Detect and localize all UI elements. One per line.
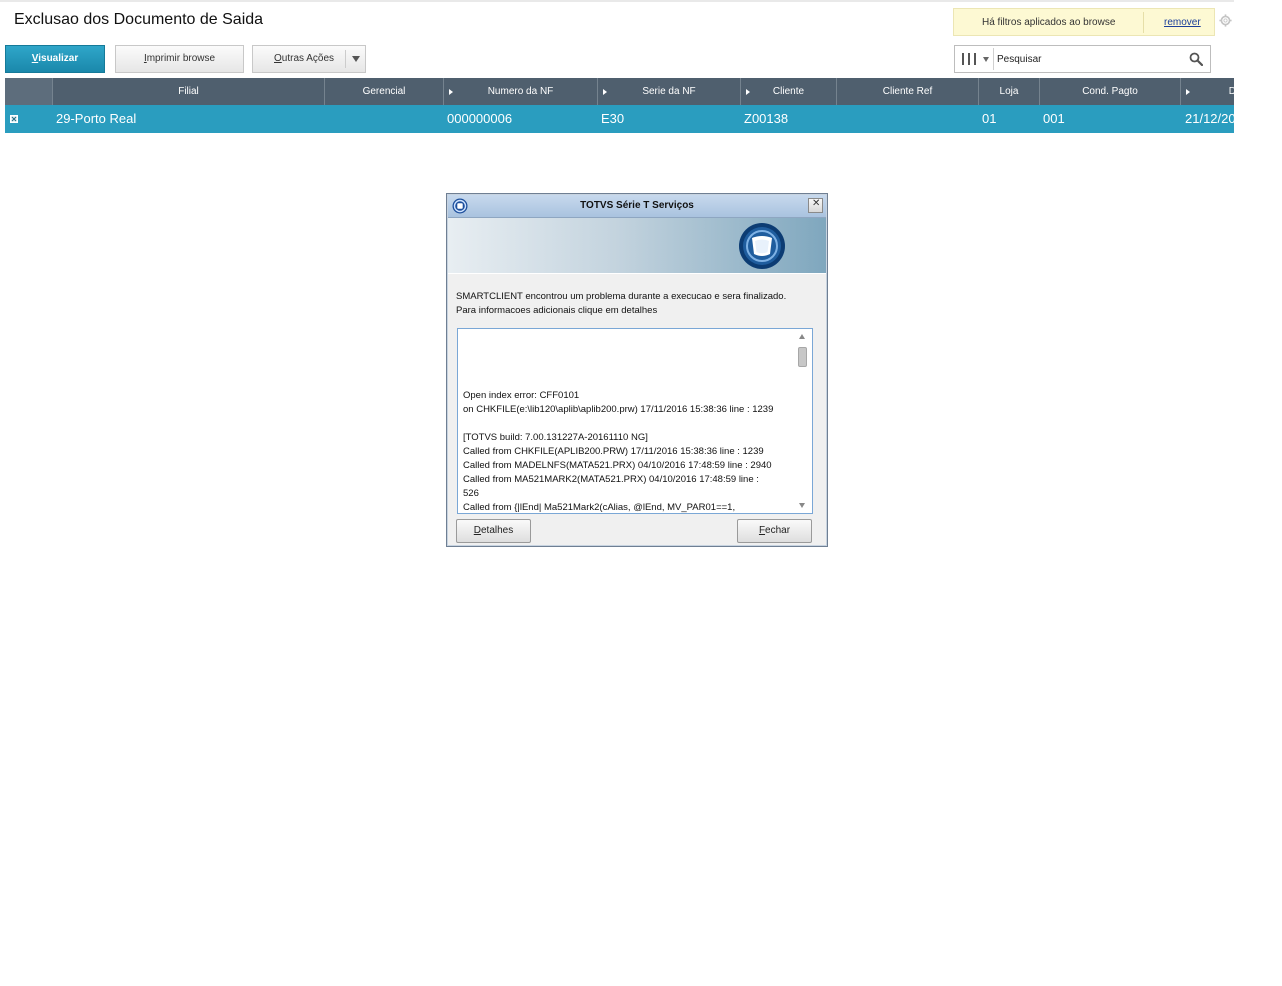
column-header-label: Cliente Ref [882, 86, 933, 97]
details-line: Called from CHKFILE(APLIB200.PRW) 17/11/… [463, 446, 764, 457]
details-line: Called from MA521MARK2(MATA521.PRX) 04/1… [463, 474, 759, 485]
column-header-label: Cond. Pagto [1082, 86, 1138, 97]
filter-notice: Há filtros aplicados ao browse remover [953, 8, 1215, 36]
banner-divider [448, 273, 826, 282]
dialog-titlebar[interactable]: TOTVS Série T Serviços ✕ [448, 195, 826, 218]
error-details-content: Open index error: CFF0101 on CHKFILE(e:\… [463, 389, 793, 513]
cell-cond-pagto: 001 [1043, 111, 1065, 126]
column-header-numero-nf[interactable]: Numero da NF [444, 78, 598, 105]
close-icon: ✕ [812, 198, 821, 209]
gear-icon[interactable] [1219, 14, 1232, 27]
column-header-label: Gerencial [362, 86, 406, 97]
column-header-filial[interactable]: Filial [53, 78, 325, 105]
totvs-logo-icon [739, 223, 785, 269]
remove-filter-link[interactable]: remover [1164, 17, 1201, 28]
outras-acoes-mnemonic: O [274, 53, 282, 64]
column-header-label: D [1228, 86, 1234, 97]
imprimir-browse-button[interactable]: Imprimir browse [115, 45, 244, 73]
cell-serie-nf: E30 [601, 111, 625, 126]
detalhes-label: etalhes [480, 525, 514, 536]
message-line: Para informacoes adicionais clique em de… [456, 305, 658, 316]
search-icon[interactable] [1189, 52, 1203, 66]
dialog-title: TOTVS Série T Serviços [580, 200, 694, 211]
column-header-label: Filial [178, 86, 199, 97]
details-line: 526 [463, 488, 479, 499]
column-header-label: Loja [999, 86, 1019, 97]
column-header-cliente-ref[interactable]: Cliente Ref [837, 78, 979, 105]
checkbox-icon[interactable] [10, 115, 18, 123]
column-header-loja[interactable]: Loja [979, 78, 1040, 105]
column-header-cond-pagto[interactable]: Cond. Pagto [1040, 78, 1181, 105]
column-header-serie-nf[interactable]: Serie da NF [598, 78, 741, 105]
grid-header: Filial Gerencial Numero da NF Serie da N… [5, 78, 1234, 105]
sort-arrow-icon [603, 89, 607, 95]
table-row[interactable]: 29-Porto Real 000000006 E30 Z00138 01 00… [5, 105, 1234, 133]
visualizar-label: isualizar [38, 53, 79, 64]
column-header-gerencial[interactable]: Gerencial [325, 78, 444, 105]
sort-arrow-icon [746, 89, 750, 95]
cell-numero-nf: 000000006 [447, 111, 513, 126]
search-divider [993, 48, 994, 70]
details-line: Open index error: CFF0101 [463, 390, 580, 401]
column-header-label: Cliente [772, 86, 805, 97]
error-details-textarea[interactable]: Open index error: CFF0101 on CHKFILE(e:\… [457, 328, 813, 514]
cell-loja: 01 [982, 111, 997, 126]
fechar-label: echar [765, 525, 791, 536]
column-header-label: Numero da NF [487, 86, 554, 97]
vertical-scrollbar[interactable] [796, 331, 810, 511]
details-line: [TOTVS build: 7.00.131227A-20161110 NG] [463, 432, 648, 443]
cell-data: 21/12/20 [1185, 111, 1234, 126]
scroll-down-icon[interactable] [799, 503, 805, 508]
dialog-close-button[interactable]: ✕ [808, 198, 823, 213]
imprimir-label: mprimir browse [146, 53, 216, 64]
outras-acoes-button[interactable]: Outras Ações [252, 45, 366, 73]
column-header-cliente[interactable]: Cliente [741, 78, 837, 105]
details-line: on CHKFILE(e:\lib120\aplib\aplib200.prw)… [463, 404, 774, 415]
chevron-down-icon[interactable] [352, 56, 360, 62]
scrollbar-thumb[interactable] [798, 347, 807, 367]
detalhes-mnemonic: D [473, 525, 481, 536]
dialog-banner [448, 218, 826, 273]
dialog-message: SMARTCLIENT encontrou um problema durant… [456, 290, 816, 318]
details-line [463, 417, 793, 431]
detalhes-button[interactable]: Detalhes [456, 519, 531, 543]
sort-arrow-icon [1186, 89, 1190, 95]
visualizar-button[interactable]: Visualizar [5, 45, 105, 73]
outras-acoes-divider [345, 50, 346, 68]
search-input[interactable] [997, 50, 1177, 68]
sort-arrow-icon [449, 89, 453, 95]
scroll-up-icon[interactable] [799, 334, 805, 339]
message-line: SMARTCLIENT encontrou um problema durant… [456, 291, 787, 302]
outras-acoes-label-wrap: Outras Ações [274, 46, 334, 72]
fechar-button[interactable]: Fechar [737, 519, 812, 543]
cell-filial: 29-Porto Real [56, 111, 137, 126]
top-border [0, 0, 1234, 2]
filter-notice-text: Há filtros aplicados ao browse [982, 17, 1116, 28]
chevron-down-icon[interactable] [983, 57, 989, 62]
outras-acoes-label: utras Ações [281, 53, 335, 64]
column-header-label: Serie da NF [642, 86, 696, 97]
grid-header-select[interactable] [5, 78, 53, 105]
columns-icon[interactable] [961, 53, 977, 65]
column-header-data[interactable]: D [1181, 78, 1234, 105]
error-dialog: TOTVS Série T Serviços ✕ SMARTCLIENT enc… [446, 193, 828, 547]
cell-cliente: Z00138 [744, 111, 789, 126]
search-box [954, 45, 1211, 73]
details-line: Called from MADELNFS(MATA521.PRX) 04/10/… [463, 460, 772, 471]
filter-notice-divider [1143, 12, 1144, 33]
page-title: Exclusao dos Documento de Saida [14, 11, 264, 28]
details-line: Called from {|lEnd| Ma521Mark2(cAlias, @… [463, 502, 736, 513]
